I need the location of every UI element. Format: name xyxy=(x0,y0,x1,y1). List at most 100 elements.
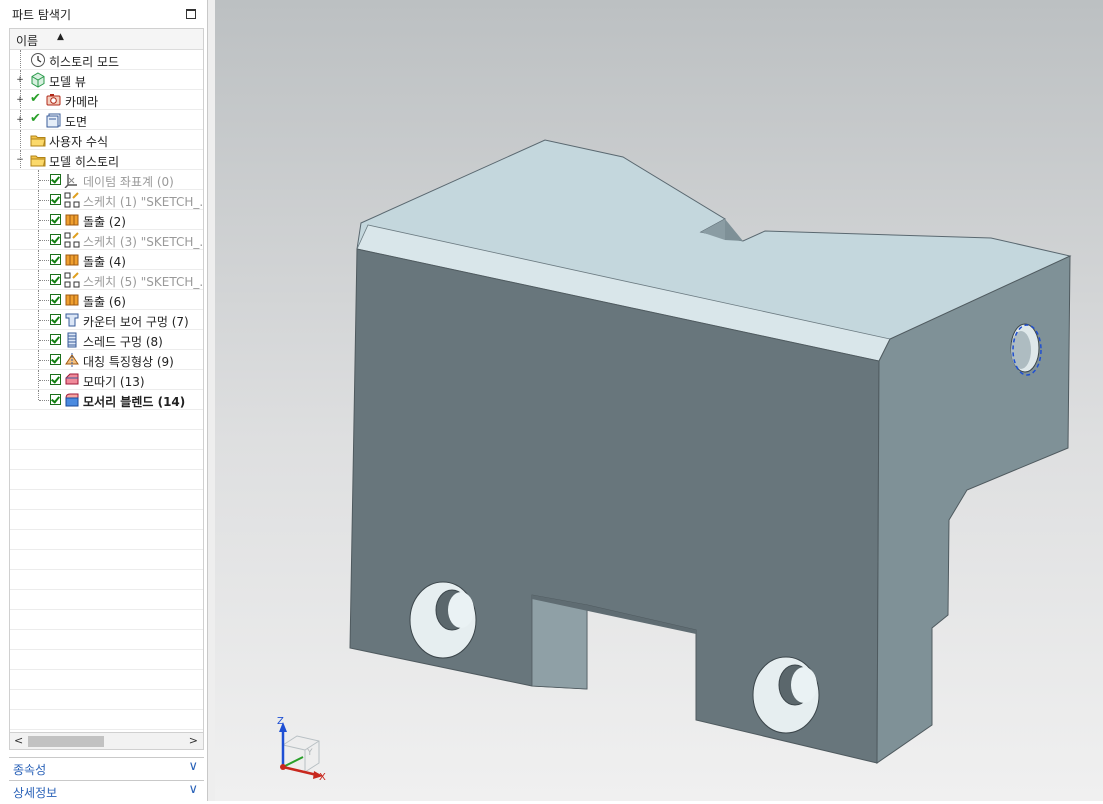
scroll-right-icon[interactable]: > xyxy=(189,734,198,747)
feature-checkbox[interactable] xyxy=(50,234,61,245)
empty-row xyxy=(10,470,203,490)
tree-row[interactable]: − 모델 히스토리 xyxy=(10,150,203,170)
tree-row-label: 모델 뷰 xyxy=(49,75,86,89)
tree-connector xyxy=(39,280,49,281)
counterbore-hole-left[interactable] xyxy=(409,581,477,659)
empty-row xyxy=(10,530,203,550)
feature-checkbox[interactable] xyxy=(50,194,61,205)
tree-row-label: 스케치 (1) "SKETCH_... xyxy=(83,195,203,209)
tree-row[interactable]: 돌출 (2) xyxy=(10,210,203,230)
tree-row-label: 모서리 블렌드 (14) xyxy=(83,395,186,409)
sketch-icon xyxy=(64,232,80,248)
column-header-name[interactable]: 이름 ▲ xyxy=(10,29,203,50)
tree-row-label: 사용자 수식 xyxy=(49,135,109,149)
details-section[interactable]: 상세정보 ∨ xyxy=(9,780,204,802)
counterbore-hole-right[interactable] xyxy=(752,656,820,734)
empty-row xyxy=(10,670,203,690)
empty-row xyxy=(10,450,203,470)
tree-row-label: 모따기 (13) xyxy=(83,375,145,389)
tree-row[interactable]: 모서리 블렌드 (14) xyxy=(10,390,203,410)
axis-x-label: X xyxy=(319,772,326,783)
tree-row[interactable]: 스레드 구멍 (8) xyxy=(10,330,203,350)
tree-row[interactable]: 모따기 (13) xyxy=(10,370,203,390)
tree-row[interactable]: 스케치 (5) "SKETCH_... xyxy=(10,270,203,290)
feature-checkbox[interactable] xyxy=(50,354,61,365)
section-label: 종속성 xyxy=(13,763,47,777)
mirror-feature-icon xyxy=(64,352,80,368)
feature-checkbox[interactable] xyxy=(50,274,61,285)
maximize-button[interactable] xyxy=(186,9,196,19)
part-side-face[interactable] xyxy=(876,255,1071,764)
tree-row-label: 스케치 (3) "SKETCH_... xyxy=(83,235,203,249)
scroll-left-icon[interactable]: < xyxy=(14,734,23,747)
tree-rows: 히스토리 모드 + 모델 뷰 + ✔ 카메라 + ✔ 도면 사용자 수식 − 모델 히스토리 데이텀 좌… xyxy=(10,50,203,730)
tree-row[interactable]: 카운터 보어 구멍 (7) xyxy=(10,310,203,330)
collapse-icon[interactable]: − xyxy=(16,156,24,165)
drawing-sheet-icon xyxy=(46,112,62,128)
part-notch-face-2 xyxy=(725,219,743,241)
tree-connector xyxy=(20,50,21,69)
feature-checkbox[interactable] xyxy=(50,214,61,225)
panel-splitter[interactable] xyxy=(208,0,215,801)
expand-icon[interactable]: + xyxy=(16,76,24,85)
tree-row[interactable]: + ✔ 도면 xyxy=(10,110,203,130)
camera-icon xyxy=(46,92,62,108)
tree-row-label: 대칭 특징형상 (9) xyxy=(83,355,174,369)
tree-row[interactable]: 히스토리 모드 xyxy=(10,50,203,70)
feature-checkbox[interactable] xyxy=(50,294,61,305)
counterbore-hole-icon xyxy=(64,312,80,328)
empty-row xyxy=(10,570,203,590)
empty-row xyxy=(10,510,203,530)
tree-connector xyxy=(20,130,21,149)
feature-checkbox[interactable] xyxy=(50,334,61,345)
dependencies-section[interactable]: 종속성 ∨ xyxy=(9,757,204,779)
tree-row[interactable]: 사용자 수식 xyxy=(10,130,203,150)
tree-row[interactable]: 스케치 (1) "SKETCH_... xyxy=(10,190,203,210)
feature-checkbox[interactable] xyxy=(50,374,61,385)
folder-icon xyxy=(30,132,46,148)
chevron-down-icon[interactable]: ∨ xyxy=(188,782,198,797)
feature-checkbox[interactable] xyxy=(50,254,61,265)
part-tree: 이름 ▲ 히스토리 모드 + 모델 뷰 + ✔ 카메라 + ✔ 도면 사용자 수식 − 모델 히스토리… xyxy=(9,28,204,748)
empty-row xyxy=(10,490,203,510)
visible-check-icon[interactable]: ✔ xyxy=(30,91,41,106)
empty-row xyxy=(10,690,203,710)
tree-connector xyxy=(39,180,49,181)
expand-icon[interactable]: + xyxy=(16,96,24,105)
part-model-svg[interactable]: Z Y X xyxy=(215,0,1103,801)
feature-checkbox[interactable] xyxy=(50,174,61,185)
column-header-label: 이름 xyxy=(16,34,39,48)
visible-check-icon[interactable]: ✔ xyxy=(30,111,41,126)
sort-ascending-icon: ▲ xyxy=(57,32,64,42)
tree-row[interactable]: + 모델 뷰 xyxy=(10,70,203,90)
expand-icon[interactable]: + xyxy=(16,116,24,125)
tree-connector xyxy=(39,240,49,241)
tree-row[interactable]: 데이텀 좌표계 (0) xyxy=(10,170,203,190)
axis-triad[interactable]: Z Y X xyxy=(277,716,326,783)
empty-row xyxy=(10,650,203,670)
folder-icon xyxy=(30,152,46,168)
scroll-thumb[interactable] xyxy=(28,736,104,747)
tree-row[interactable]: 돌출 (4) xyxy=(10,250,203,270)
feature-checkbox[interactable] xyxy=(50,314,61,325)
chamfer-icon xyxy=(64,372,80,388)
empty-row xyxy=(10,550,203,570)
feature-checkbox[interactable] xyxy=(50,394,61,405)
tree-connector xyxy=(39,320,49,321)
extrude-icon xyxy=(64,292,80,308)
tree-row-label: 돌출 (6) xyxy=(83,295,126,309)
section-label: 상세정보 xyxy=(13,786,58,800)
tree-row[interactable]: 대칭 특징형상 (9) xyxy=(10,350,203,370)
horizontal-scrollbar[interactable]: < > xyxy=(9,732,204,750)
tree-connector xyxy=(38,390,39,400)
tree-row[interactable]: 돌출 (6) xyxy=(10,290,203,310)
tree-row-label: 돌출 (4) xyxy=(83,255,126,269)
part-navigator-panel: 파트 탐색기 이름 ▲ 히스토리 모드 + 모델 뷰 + ✔ 카메라 + ✔ 도면 사용자 수식 −… xyxy=(0,0,208,802)
threaded-hole-icon xyxy=(64,332,80,348)
graphics-viewport[interactable]: Z Y X xyxy=(215,0,1103,801)
sketch-icon xyxy=(64,192,80,208)
part-inner-face xyxy=(531,594,588,690)
chevron-down-icon[interactable]: ∨ xyxy=(188,759,198,774)
tree-row[interactable]: + ✔ 카메라 xyxy=(10,90,203,110)
tree-row[interactable]: 스케치 (3) "SKETCH_... xyxy=(10,230,203,250)
